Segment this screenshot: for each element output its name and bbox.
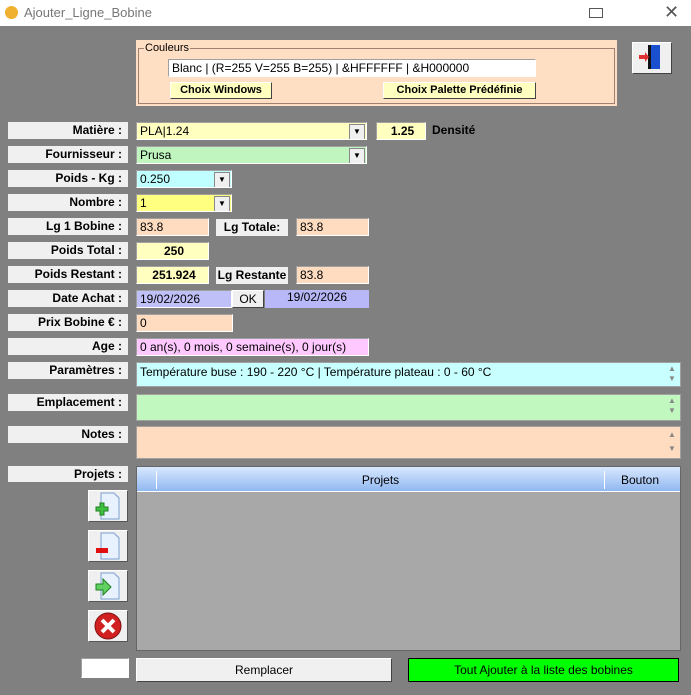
scrollbar[interactable]: ▲ ▼	[665, 428, 679, 457]
column-projets[interactable]: Projets	[156, 471, 605, 489]
notes-textarea[interactable]: ▲ ▼	[136, 426, 681, 459]
lg-totale-field[interactable]: 83.8	[296, 218, 369, 236]
close-icon[interactable]: ✕	[664, 2, 679, 23]
title-bar: Ajouter_Ligne_Bobine ✕	[0, 0, 691, 26]
export-project-button[interactable]	[88, 570, 128, 602]
label-densite: Densité	[432, 123, 476, 137]
date-display: 19/02/2026	[265, 290, 369, 308]
label-poids: Poids - Kg :	[8, 170, 128, 187]
lg1-field[interactable]: 83.8	[136, 218, 209, 236]
matiere-value: PLA|1.24	[140, 124, 190, 138]
label-notes: Notes :	[8, 426, 128, 443]
bottom-input[interactable]	[81, 658, 129, 678]
poids-total-field[interactable]: 250	[136, 242, 209, 260]
densite-field[interactable]: 1.25	[376, 122, 426, 140]
remplacer-button[interactable]: Remplacer	[136, 658, 392, 682]
label-age: Age :	[8, 338, 128, 355]
date-achat-field[interactable]: 19/02/2026	[136, 290, 232, 308]
prix-field[interactable]: 0	[136, 314, 233, 332]
couleurs-legend: Couleurs	[144, 42, 191, 54]
column-bouton[interactable]: Bouton	[605, 471, 675, 489]
choix-palette-button[interactable]: Choix Palette Prédéfinie	[383, 82, 536, 99]
choix-windows-button[interactable]: Choix Windows	[170, 82, 272, 99]
chevron-down-icon[interactable]: ▼	[214, 172, 230, 187]
matiere-combo[interactable]: PLA|1.24 ▼	[136, 122, 367, 140]
scrollbar[interactable]: ▲ ▼	[665, 396, 679, 419]
label-parametres: Paramètres :	[8, 362, 128, 379]
poids-combo[interactable]: 0.250 ▼	[136, 170, 232, 188]
chevron-down-icon[interactable]: ▼	[349, 148, 365, 163]
delete-button[interactable]	[88, 610, 128, 642]
poids-restant-field[interactable]: 251.924	[136, 266, 209, 284]
label-fournisseur: Fournisseur :	[8, 146, 128, 163]
scrollbar[interactable]: ▲ ▼	[665, 364, 679, 385]
lg-restante-field[interactable]: 83.8	[296, 266, 369, 284]
snap-icon[interactable]	[589, 8, 603, 18]
label-poids-total: Poids Total :	[8, 242, 128, 259]
remove-project-button[interactable]	[88, 530, 128, 562]
label-lg-totale: Lg Totale:	[216, 219, 288, 236]
arrow-document-icon	[95, 572, 120, 600]
label-lg-restante: Lg Restante	[216, 267, 288, 284]
label-projets: Projets :	[8, 466, 128, 482]
close-circle-icon	[94, 612, 122, 640]
fournisseur-value: Prusa	[140, 148, 172, 162]
grid-header: Projets Bouton	[137, 467, 680, 492]
label-date-achat: Date Achat :	[8, 290, 128, 307]
label-matiere: Matière :	[8, 122, 128, 139]
couleur-field[interactable]: Blanc | (R=255 V=255 B=255) | &HFFFFFF |…	[168, 59, 536, 77]
couleurs-group: Couleurs Blanc | (R=255 V=255 B=255) | &…	[136, 40, 617, 106]
app-icon	[5, 6, 18, 19]
exit-door-icon	[639, 45, 660, 69]
parametres-value: Température buse : 190 - 220 °C | Tempér…	[140, 365, 492, 379]
remove-document-icon	[96, 532, 120, 560]
add-document-icon	[95, 492, 120, 520]
ok-button[interactable]: OK	[232, 290, 264, 308]
poids-value: 0.250	[140, 172, 171, 186]
label-prix: Prix Bobine € :	[8, 314, 128, 331]
label-lg1: Lg 1 Bobine :	[8, 218, 128, 235]
projets-grid[interactable]: Projets Bouton	[136, 466, 681, 651]
fournisseur-combo[interactable]: Prusa ▼	[136, 146, 367, 164]
nombre-combo[interactable]: 1 ▼	[136, 194, 232, 212]
exit-button[interactable]	[632, 42, 672, 74]
label-nombre: Nombre :	[8, 194, 128, 211]
chevron-down-icon[interactable]: ▼	[349, 124, 365, 139]
add-project-button[interactable]	[88, 490, 128, 522]
tout-ajouter-button[interactable]: Tout Ajouter à la liste des bobines	[408, 658, 679, 682]
nombre-value: 1	[140, 196, 147, 210]
parametres-textarea[interactable]: Température buse : 190 - 220 °C | Tempér…	[136, 362, 681, 387]
emplacement-textarea[interactable]: ▲ ▼	[136, 394, 681, 421]
label-emplacement: Emplacement :	[8, 394, 128, 411]
label-poids-restant: Poids Restant :	[8, 266, 128, 283]
age-field: 0 an(s), 0 mois, 0 semaine(s), 0 jour(s)	[136, 338, 369, 356]
window-title: Ajouter_Ligne_Bobine	[24, 5, 152, 20]
chevron-down-icon[interactable]: ▼	[214, 196, 230, 211]
